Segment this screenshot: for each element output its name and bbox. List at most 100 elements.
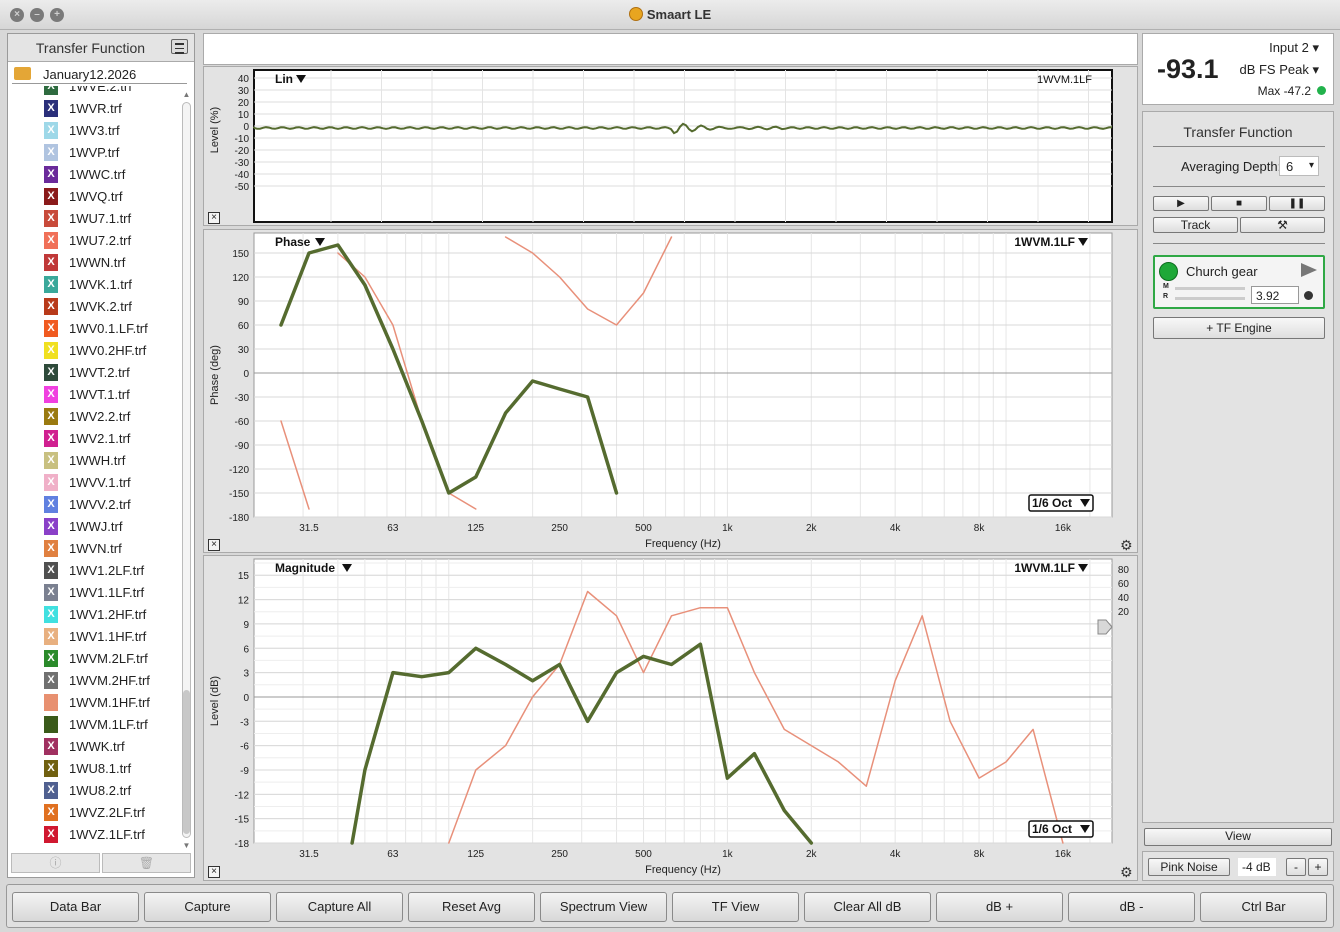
play-button[interactable]: ▶: [1153, 196, 1209, 211]
control-bar-button-ctrl-bar[interactable]: Ctrl Bar: [1200, 892, 1327, 922]
scroll-thumb[interactable]: [183, 690, 190, 834]
pink-noise-button[interactable]: Pink Noise: [1148, 858, 1230, 876]
file-list-item[interactable]: X 1WV3.trf: [8, 120, 180, 142]
file-list-item[interactable]: X 1WWH.trf: [8, 450, 180, 472]
file-list-item[interactable]: X 1WVM.2HF.trf: [8, 670, 180, 692]
control-bar-button-reset-avg[interactable]: Reset Avg: [408, 892, 535, 922]
y-tick-label: 120: [232, 273, 249, 284]
file-list-item[interactable]: X 1WV0.2HF.trf: [8, 340, 180, 362]
file-list-item[interactable]: X 1WVZ.1LF.trf: [8, 824, 180, 846]
divider: [1153, 243, 1325, 244]
control-bar-button-db[interactable]: dB -: [1068, 892, 1195, 922]
noise-minus-button[interactable]: -: [1286, 858, 1306, 876]
file-list-item[interactable]: X 1WV1.2LF.trf: [8, 560, 180, 582]
stop-button[interactable]: ■: [1211, 196, 1267, 211]
info-icon[interactable]: ⓘ: [11, 853, 100, 873]
file-list-item[interactable]: X 1WV1.2HF.trf: [8, 604, 180, 626]
phase-plot[interactable]: 150 120 90 60 30 0 -30 -60 -90 -120 -150 -180 31.5 63…: [204, 230, 1139, 554]
file-list-item[interactable]: X 1WV1.1HF.trf: [8, 626, 180, 648]
file-list-item[interactable]: X 1WVM.2LF.trf: [8, 648, 180, 670]
x-tick-label: 31.5: [299, 849, 319, 860]
meter-max: Max -47.2: [1257, 84, 1311, 98]
engine-play-icon[interactable]: [1301, 263, 1317, 277]
file-list-item[interactable]: X 1WVK.1.trf: [8, 274, 180, 296]
file-list-item[interactable]: X 1WVT.2.trf: [8, 362, 180, 384]
tools-icon[interactable]: ⚒: [1240, 217, 1325, 233]
delay-field[interactable]: 3.92: [1251, 286, 1299, 304]
meter-bar-m: [1175, 287, 1245, 290]
file-list-item[interactable]: X 1WV2.1.trf: [8, 428, 180, 450]
record-icon[interactable]: [1304, 291, 1313, 300]
y-tick-label: 0: [243, 369, 249, 380]
menu-icon[interactable]: [171, 39, 188, 54]
meter-mode-select[interactable]: dB FS Peak ▾: [1239, 62, 1319, 78]
file-list-item[interactable]: X 1WVT.1.trf: [8, 384, 180, 406]
y-tick-label: 30: [238, 345, 250, 356]
close-impulse-button[interactable]: ×: [208, 212, 220, 224]
tf-engine-card[interactable]: Church gear MR 3.92: [1153, 255, 1325, 309]
track-button[interactable]: Track: [1153, 217, 1238, 233]
engine-active-indicator[interactable]: [1159, 262, 1178, 281]
file-icon: X: [44, 518, 58, 535]
scroll-up-icon[interactable]: ▲: [181, 90, 192, 99]
control-bar-button-tf-view[interactable]: TF View: [672, 892, 799, 922]
phase-settings-gear-icon[interactable]: ⚙: [1120, 538, 1134, 552]
pause-button[interactable]: ❚❚: [1269, 196, 1325, 211]
magnitude-pane: 15 12 9 6 3 0 -3 -6 -9 -12 -15 -18 31.5 63 125 250 500 1k…: [203, 555, 1138, 881]
control-bar-button-data-bar[interactable]: Data Bar: [12, 892, 139, 922]
file-icon: [44, 694, 58, 711]
file-list-item[interactable]: X 1WVV.2.trf: [8, 494, 180, 516]
magnitude-settings-gear-icon[interactable]: ⚙: [1120, 865, 1134, 879]
y-tick-label: -180: [229, 513, 249, 524]
trash-icon[interactable]: 🗑: [102, 853, 191, 873]
file-list-item[interactable]: X 1WVZ.2LF.trf: [8, 802, 180, 824]
magnitude-plot[interactable]: 15129630-3-6-9-12-15-1831.5 63 125 250 500 1k…: [204, 556, 1139, 882]
averaging-select[interactable]: 6 ▾: [1279, 156, 1319, 176]
noise-plus-button[interactable]: +: [1308, 858, 1328, 876]
y-tick-label: 90: [238, 297, 250, 308]
file-list-item[interactable]: X 1WVK.2.trf: [8, 296, 180, 318]
control-bar-button-capture-all[interactable]: Capture All: [276, 892, 403, 922]
control-bar-button-clear-all-db[interactable]: Clear All dB: [804, 892, 931, 922]
file-list-item[interactable]: X 1WVR.trf: [8, 98, 180, 120]
input-select[interactable]: Input 2 ▾: [1269, 40, 1319, 56]
file-icon: X: [44, 474, 58, 491]
file-list-item[interactable]: X 1WV0.1.LF.trf: [8, 318, 180, 340]
file-icon: X: [44, 452, 58, 469]
file-name: 1WVP.trf: [69, 145, 120, 160]
file-icon: X: [44, 496, 58, 513]
file-list-item[interactable]: X 1WU7.1.trf: [8, 208, 180, 230]
file-list-item[interactable]: X 1WV1.1LF.trf: [8, 582, 180, 604]
file-list-item[interactable]: X 1WWN.trf: [8, 252, 180, 274]
file-list-item[interactable]: X 1WU8.2.trf: [8, 780, 180, 802]
impulse-plot[interactable]: 403020100-10-20-30-40-50-35-30-25-20-15-…: [204, 67, 1139, 227]
file-list-item[interactable]: X 1WWC.trf: [8, 164, 180, 186]
divider: [1153, 146, 1325, 147]
folder-row[interactable]: January12.2026: [12, 64, 187, 84]
file-list-item[interactable]: X 1WV2.2.trf: [8, 406, 180, 428]
close-magnitude-button[interactable]: ×: [208, 866, 220, 878]
file-list-item[interactable]: X 1WU7.2.trf: [8, 230, 180, 252]
control-bar-button-spectrum-view[interactable]: Spectrum View: [540, 892, 667, 922]
file-list-item[interactable]: X 1WWJ.trf: [8, 516, 180, 538]
control-bar-button-db[interactable]: dB +: [936, 892, 1063, 922]
file-list-item[interactable]: X 1WVV.1.trf: [8, 472, 180, 494]
add-tf-engine-button[interactable]: + TF Engine: [1153, 317, 1325, 339]
file-list-item[interactable]: X 1WVQ.trf: [8, 186, 180, 208]
file-list-scrollbar[interactable]: ▲ ▼: [181, 90, 192, 850]
file-list-item[interactable]: X 1WVN.trf: [8, 538, 180, 560]
noise-level-field[interactable]: -4 dB: [1238, 858, 1276, 876]
file-list-item[interactable]: 1WVM.1LF.trf: [8, 714, 180, 736]
close-phase-button[interactable]: ×: [208, 539, 220, 551]
control-bar-button-capture[interactable]: Capture: [144, 892, 271, 922]
file-list-item[interactable]: X 1WVE.2.trf: [8, 86, 180, 98]
file-list-item[interactable]: X 1WVP.trf: [8, 142, 180, 164]
scroll-down-icon[interactable]: ▼: [181, 841, 192, 850]
file-icon: X: [44, 760, 58, 777]
file-list-item[interactable]: X 1WWK.trf: [8, 736, 180, 758]
magnitude-trace-label: 1WVM.1LF: [1014, 561, 1075, 575]
file-list-item[interactable]: 1WVM.1HF.trf: [8, 692, 180, 714]
y-tick-label: 9: [243, 620, 249, 631]
file-list-item[interactable]: X 1WU8.1.trf: [8, 758, 180, 780]
view-button[interactable]: View: [1144, 828, 1332, 846]
